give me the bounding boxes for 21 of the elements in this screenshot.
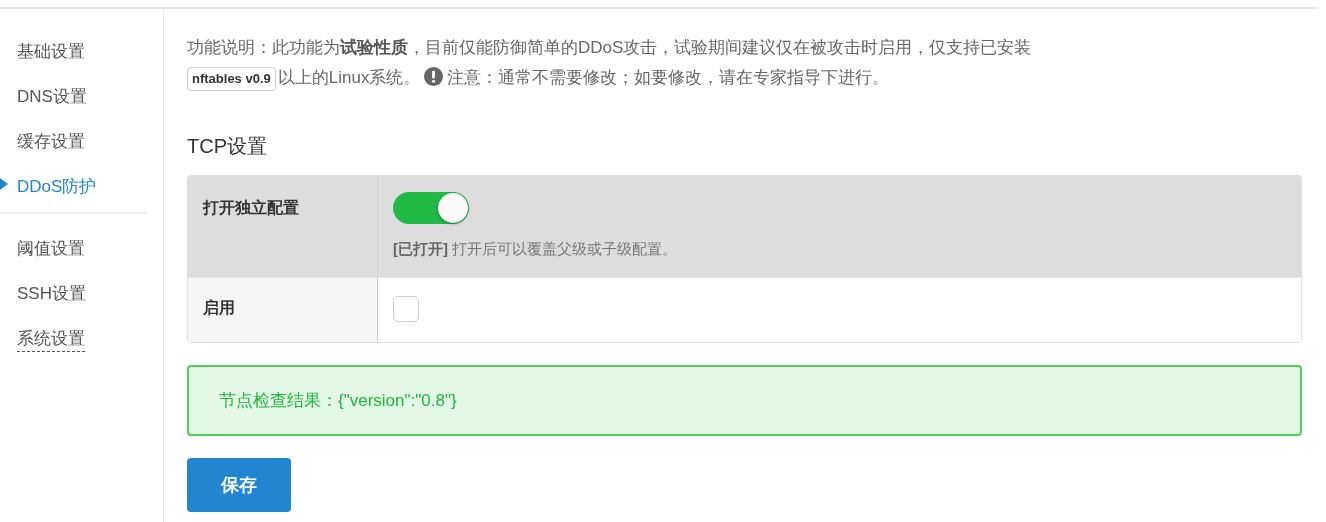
toggle-switch[interactable] — [393, 192, 469, 224]
description-text: 功能说明：此功能为试验性质，目前仅能防御简单的DDoS攻击，试验期间建议仅在被攻击时启用，仅支持已安装 — [187, 38, 1032, 57]
status-text: [已打开] — [393, 240, 448, 257]
field-label: 启用 — [188, 277, 378, 342]
description-text: 以上的Linux系统。 — [277, 68, 421, 87]
hint-text: 打开后可以覆盖父级或子级配置。 — [452, 240, 678, 257]
sidebar-item[interactable]: 缓存设置 — [0, 119, 85, 164]
sidebar-item[interactable]: SSH设置 — [0, 271, 86, 316]
section-title: TCP设置 — [187, 134, 268, 159]
result-message: 节点检查结果：{"version":"0.8"} — [187, 364, 1302, 436]
sidebar-item[interactable]: DDoS防护 — [0, 164, 97, 209]
warning-icon — [424, 67, 444, 86]
sidebar-item[interactable]: 阈值设置 — [0, 226, 85, 271]
field-label: 打开独立配置 — [188, 176, 378, 277]
save-button[interactable]: 保存 — [187, 458, 291, 512]
sidebar-item[interactable]: DNS设置 — [0, 74, 87, 119]
sidebar-item[interactable]: 基础设置 — [0, 29, 85, 74]
checkbox[interactable] — [393, 295, 419, 322]
sidebar-item[interactable]: 系统设置 — [0, 316, 85, 361]
version-badge: nftables v0.9 — [187, 67, 276, 91]
note-text: 注意：通常不需要修改；如要修改，请在专家指导下进行。 — [447, 68, 890, 87]
